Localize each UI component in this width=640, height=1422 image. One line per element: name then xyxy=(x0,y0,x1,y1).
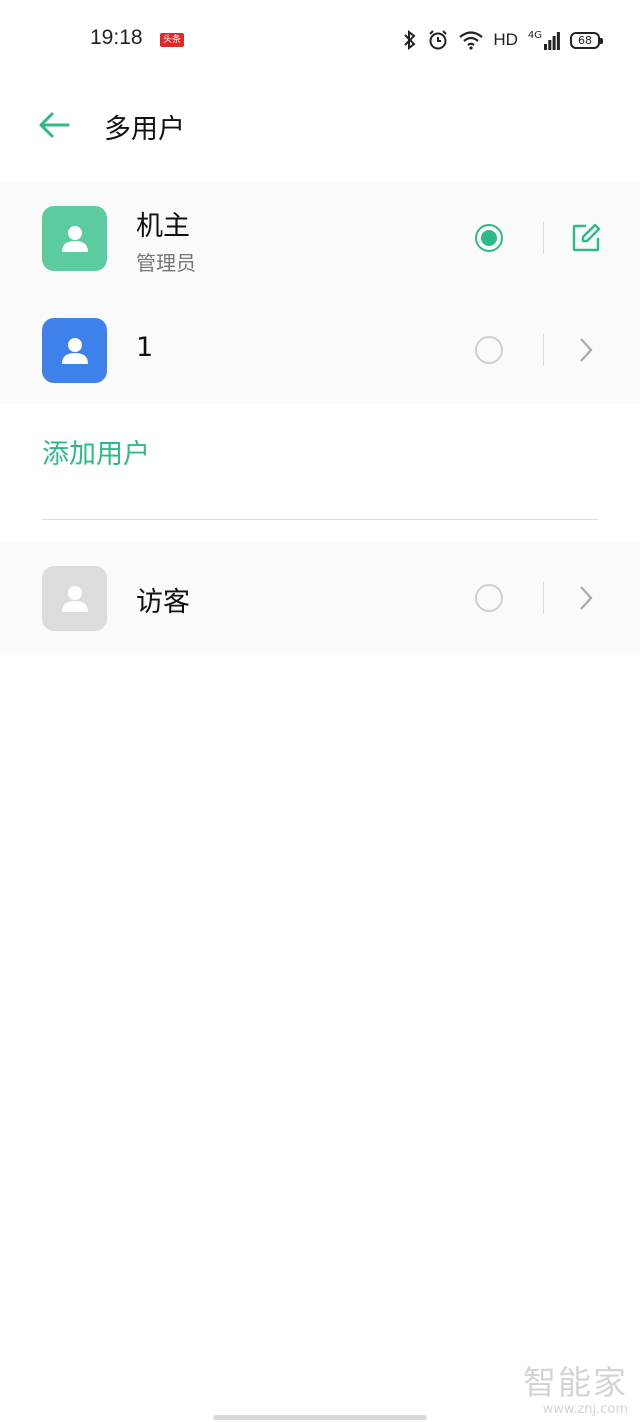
user-row-owner[interactable]: 机主 管理员 xyxy=(0,182,640,294)
watermark-url: www.znj.com xyxy=(542,1402,628,1417)
watermark: 智能家 www.znj.com xyxy=(523,1356,628,1417)
chevron-right-icon xyxy=(580,338,593,362)
edit-icon xyxy=(572,223,601,252)
user-role: 管理员 xyxy=(136,251,196,275)
user-detail-button[interactable] xyxy=(568,332,604,368)
add-user-button[interactable]: 添加用户 xyxy=(42,432,150,471)
signal-icon: 4G xyxy=(528,30,560,50)
user-name: 1 xyxy=(136,332,154,363)
user-radio-selected[interactable] xyxy=(475,224,503,252)
avatar xyxy=(42,318,107,383)
divider xyxy=(543,222,544,254)
section-divider xyxy=(42,519,598,520)
user-list: 机主 管理员 1 xyxy=(0,182,640,404)
back-arrow-icon xyxy=(34,112,74,146)
user-name: 访客 xyxy=(136,587,190,618)
person-icon xyxy=(61,585,88,612)
guest-list: 访客 xyxy=(0,542,640,654)
bluetooth-icon xyxy=(403,29,417,51)
avatar xyxy=(42,566,107,631)
alarm-icon xyxy=(427,29,449,51)
chevron-right-icon xyxy=(580,586,593,610)
home-indicator[interactable] xyxy=(213,1415,427,1420)
page-title: 多用户 xyxy=(104,114,185,145)
watermark-brand: 智能家 xyxy=(523,1363,628,1402)
edit-button[interactable] xyxy=(568,220,604,256)
guest-detail-button[interactable] xyxy=(568,580,604,616)
user-name: 机主 xyxy=(136,211,190,242)
status-icons: HD 4G 68 xyxy=(403,26,603,54)
screen: 19:18 头条 HD 4G 68 多用户 机主 管理员 1 添加用户 访客 智… xyxy=(0,0,640,1422)
user-row-guest[interactable]: 访客 xyxy=(0,542,640,654)
header: 多用户 xyxy=(0,90,640,160)
battery-icon: 68 xyxy=(570,31,603,49)
person-icon xyxy=(61,337,88,364)
user-radio[interactable] xyxy=(475,336,503,364)
person-icon xyxy=(61,225,88,252)
user-radio[interactable] xyxy=(475,584,503,612)
network-label: HD xyxy=(493,30,518,49)
back-button[interactable] xyxy=(34,108,74,142)
wifi-icon xyxy=(459,30,484,50)
status-bar: 19:18 头条 HD 4G 68 xyxy=(0,0,640,80)
divider xyxy=(543,334,544,366)
signal-label: 4G xyxy=(527,30,542,41)
divider xyxy=(543,582,544,614)
user-row-1[interactable]: 1 xyxy=(0,294,640,406)
status-time: 19:18 xyxy=(90,26,143,49)
avatar xyxy=(42,206,107,271)
app-notification-badge: 头条 xyxy=(160,33,185,47)
